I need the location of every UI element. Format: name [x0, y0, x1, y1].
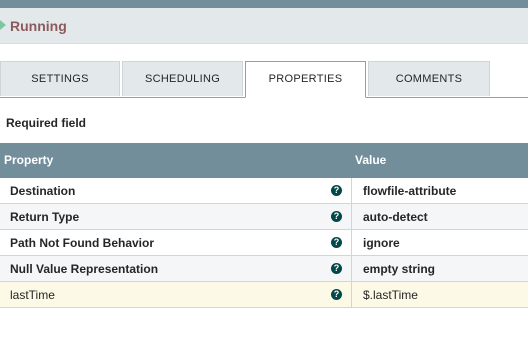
- status-bar: Running: [0, 8, 528, 44]
- table-row[interactable]: lastTime ? $.lastTime: [0, 282, 528, 308]
- help-icon[interactable]: ?: [331, 289, 342, 300]
- tab-scheduling[interactable]: SCHEDULING: [122, 61, 243, 96]
- help-icon[interactable]: ?: [331, 185, 342, 196]
- help-icon[interactable]: ?: [331, 263, 342, 274]
- tab-settings[interactable]: SETTINGS: [0, 61, 120, 96]
- property-value[interactable]: ignore: [363, 230, 400, 256]
- tab-bar: SETTINGS SCHEDULING PROPERTIES COMMENTS: [0, 61, 528, 98]
- help-icon[interactable]: ?: [331, 211, 342, 222]
- column-divider: [351, 256, 352, 281]
- status-label: Running: [10, 18, 67, 34]
- play-icon: [0, 20, 6, 30]
- table-row[interactable]: Null Value Representation ? empty string: [0, 256, 528, 282]
- property-name: Return Type: [10, 210, 80, 224]
- help-icon[interactable]: ?: [331, 237, 342, 248]
- column-divider: [351, 282, 352, 307]
- property-value[interactable]: empty string: [363, 256, 435, 282]
- required-field-note: Required field: [6, 116, 87, 130]
- properties-table: Property Value Destination ? flowfile-at…: [0, 143, 528, 308]
- table-row[interactable]: Return Type ? auto-detect: [0, 204, 528, 230]
- property-name: Path Not Found Behavior: [10, 236, 154, 250]
- property-value[interactable]: flowfile-attribute: [363, 178, 456, 204]
- table-row[interactable]: Path Not Found Behavior ? ignore: [0, 230, 528, 256]
- table-row[interactable]: Destination ? flowfile-attribute: [0, 178, 528, 204]
- column-divider: [351, 230, 352, 255]
- property-value[interactable]: auto-detect: [363, 204, 428, 230]
- tab-comments[interactable]: COMMENTS: [368, 61, 490, 96]
- column-divider: [351, 204, 352, 229]
- column-divider: [351, 178, 352, 203]
- tab-properties[interactable]: PROPERTIES: [245, 61, 366, 98]
- property-name: Null Value Representation: [10, 262, 159, 276]
- property-name: lastTime: [10, 288, 55, 302]
- property-value[interactable]: $.lastTime: [363, 282, 418, 308]
- top-bar: [0, 0, 528, 8]
- column-header-value[interactable]: Value: [355, 143, 386, 178]
- table-header: Property Value: [0, 143, 528, 178]
- property-name: Destination: [10, 184, 76, 198]
- column-header-property[interactable]: Property: [4, 143, 53, 178]
